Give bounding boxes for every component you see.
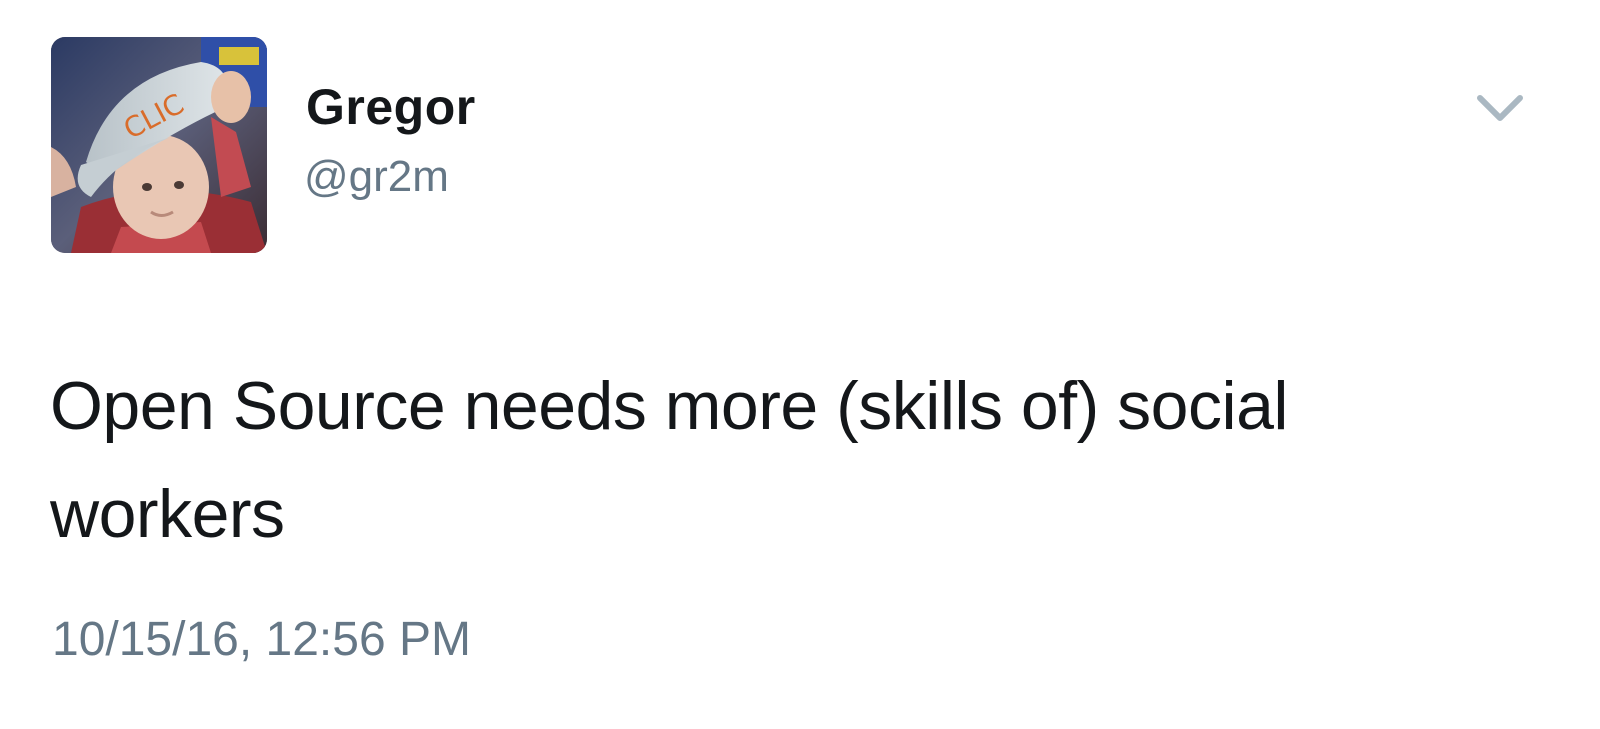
user-handle[interactable]: @gr2m: [304, 152, 449, 202]
display-name[interactable]: Gregor: [306, 78, 476, 136]
tweet-timestamp[interactable]: 10/15/16, 12:56 PM: [52, 612, 471, 667]
tweet-card: CLIC Gregor @gr2m Open Source needs more…: [0, 0, 1600, 729]
avatar[interactable]: CLIC: [51, 37, 267, 253]
chevron-down-icon: [1477, 95, 1523, 121]
profile-photo-icon: CLIC: [51, 37, 267, 253]
tweet-menu-button[interactable]: [1474, 88, 1526, 128]
tweet-text: Open Source needs more (skills of) socia…: [50, 368, 1289, 552]
